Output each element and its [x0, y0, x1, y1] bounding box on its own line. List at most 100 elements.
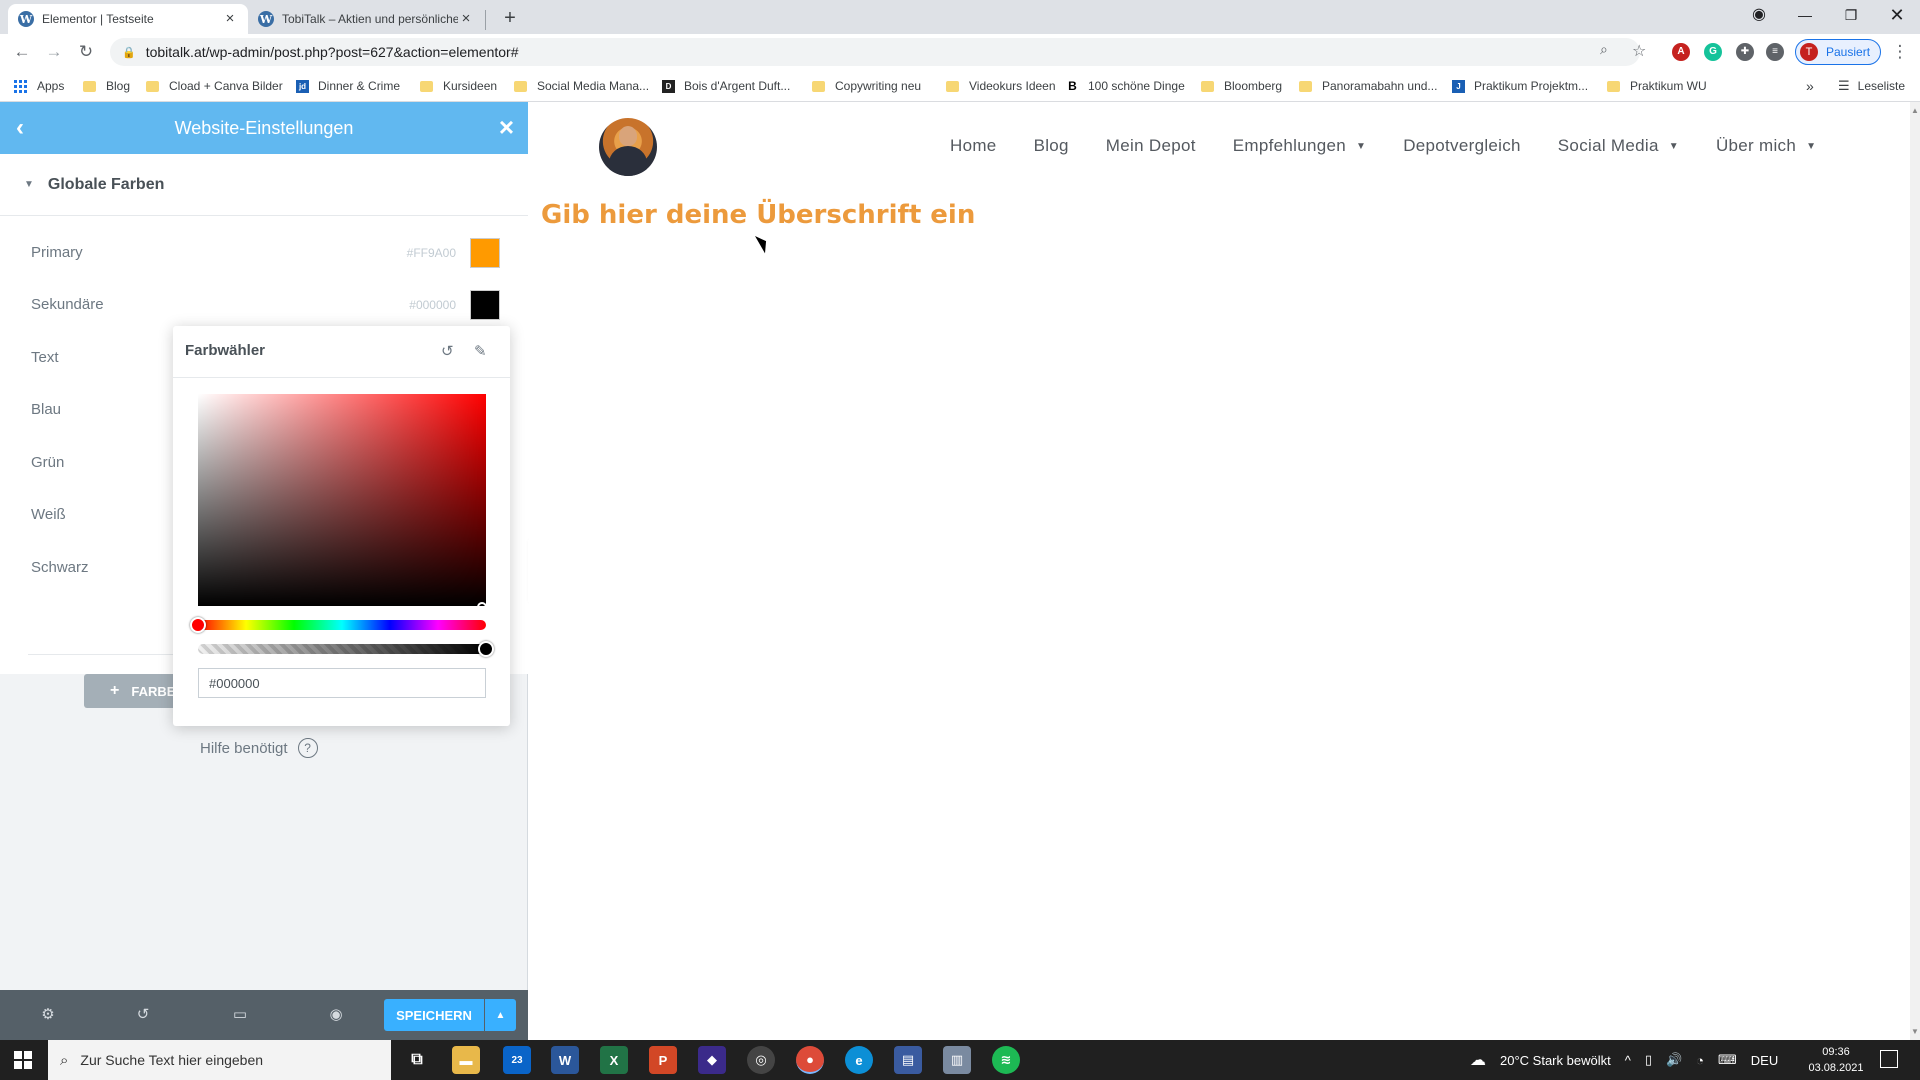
nav-depotvergleich[interactable]: Depotvergleich [1403, 136, 1521, 156]
zoom-icon[interactable]: ⌕ [1600, 41, 1608, 58]
reset-icon[interactable]: ↺ [441, 342, 454, 360]
saturation-handle[interactable] [477, 602, 487, 612]
task-view-icon[interactable]: ⧉ [403, 1046, 431, 1074]
chrome-icon[interactable]: ● [796, 1046, 824, 1074]
section-toggle[interactable]: ▼ Globale Farben [0, 154, 528, 216]
scroll-down-icon[interactable]: ▼ [1911, 1027, 1919, 1036]
nav-empfehlungen[interactable]: Empfehlungen ▼ [1233, 136, 1366, 156]
mail-icon[interactable]: 23 [503, 1046, 531, 1074]
save-button[interactable]: SPEICHERN [384, 999, 484, 1031]
network-icon[interactable]: ▯ [1645, 1052, 1652, 1068]
bookmark-videokurs[interactable]: Videokurs Ideen [946, 77, 1056, 95]
app-icon[interactable]: ◆ [698, 1046, 726, 1074]
hex-input[interactable] [198, 668, 486, 698]
more-bookmarks-button[interactable]: » [1806, 77, 1814, 95]
tab-elementor[interactable]: W Elementor | Testseite × [8, 4, 248, 34]
grammarly-extension-icon[interactable]: G [1704, 43, 1722, 61]
tab-tobitalk[interactable]: W TobiTalk – Aktien und persönliche × [248, 4, 484, 34]
help-link[interactable]: Hilfe benötigt ? [200, 738, 318, 758]
bookmark-praktikum-wu[interactable]: Praktikum WU [1607, 77, 1707, 95]
language-indicator[interactable]: DEU [1751, 1053, 1778, 1068]
responsive-mode-icon[interactable]: ▭ [229, 1004, 251, 1026]
spotify-icon[interactable]: ≋ [992, 1046, 1020, 1074]
minimize-button[interactable]: — [1782, 0, 1828, 30]
eyedropper-icon[interactable]: ✎ [474, 342, 487, 360]
excel-icon[interactable]: X [600, 1046, 628, 1074]
nav-blog[interactable]: Blog [1034, 136, 1069, 156]
close-icon[interactable]: × [499, 112, 514, 143]
nav-social-media[interactable]: Social Media ▼ [1558, 136, 1679, 156]
bookmark-panoramabahn[interactable]: Panoramabahn und... [1299, 77, 1437, 95]
forward-icon[interactable]: → [42, 40, 66, 64]
bookmark-dinner-crime[interactable]: jd Dinner & Crime [296, 77, 400, 95]
preview-eye-icon[interactable]: ◉ [325, 1004, 347, 1026]
site-logo[interactable] [599, 118, 657, 176]
bookmark-copywriting[interactable]: Copywriting neu [812, 77, 921, 95]
bookmark-apps[interactable]: Apps [14, 77, 64, 95]
history-icon[interactable]: ↺ [132, 1004, 154, 1026]
obs-icon[interactable]: ◎ [747, 1046, 775, 1074]
bookmark-bloomberg[interactable]: Bloomberg [1201, 77, 1282, 95]
opacity-slider[interactable] [198, 644, 486, 654]
restore-button[interactable]: ❐ [1828, 0, 1874, 30]
volume-icon[interactable]: 🔊 [1666, 1052, 1682, 1068]
opacity-slider-handle[interactable] [478, 641, 494, 657]
save-options-button[interactable]: ▲ [485, 999, 516, 1031]
saturation-value-area[interactable] [198, 394, 486, 606]
settings-gear-icon[interactable]: ⚙ [37, 1004, 59, 1026]
edge-icon[interactable]: e [845, 1046, 873, 1074]
color-swatch[interactable] [470, 238, 500, 268]
nav-ueber-mich[interactable]: Über mich ▼ [1716, 136, 1816, 156]
notepad-icon[interactable]: ▥ [943, 1046, 971, 1074]
new-tab-button[interactable]: + [498, 7, 522, 30]
address-bar[interactable]: 🔒 tobitalk.at/wp-admin/post.php?post=627… [110, 38, 1640, 66]
bookmark-bois-dargent[interactable]: D Bois d'Argent Duft... [662, 77, 790, 95]
adblock-extension-icon[interactable]: A [1672, 43, 1690, 61]
word-icon[interactable]: W [551, 1046, 579, 1074]
menu-dots-icon[interactable]: ⋮ [1888, 40, 1912, 64]
close-tab-icon[interactable]: × [458, 11, 474, 27]
bookmark-label: Cload + Canva Bilder [169, 79, 283, 93]
taskbar-search[interactable]: ⌕ Zur Suche Text hier eingeben [48, 1040, 391, 1080]
bookmark-kursideen[interactable]: Kursideen [420, 77, 497, 95]
chevron-up-icon[interactable]: ^ [1625, 1053, 1631, 1068]
nav-home[interactable]: Home [950, 136, 997, 156]
app-icon[interactable]: ▤ [894, 1046, 922, 1074]
weather-text[interactable]: 20°C Stark bewölkt [1500, 1053, 1611, 1068]
color-hex: #FF9A00 [406, 246, 456, 260]
extensions-puzzle-icon[interactable]: ✚ [1736, 43, 1754, 61]
bookmark-star-icon[interactable]: ☆ [1632, 41, 1646, 61]
clock[interactable]: 09:36 03.08.2021 [1806, 1044, 1866, 1076]
back-icon[interactable]: ← [10, 40, 34, 64]
hue-slider[interactable] [198, 620, 486, 630]
bookmark-blog[interactable]: Blog [83, 77, 130, 95]
scrollbar[interactable]: ▲ ▼ [1910, 102, 1920, 1040]
media-control-icon[interactable]: ≡ [1766, 43, 1784, 61]
nav-mein-depot[interactable]: Mein Depot [1106, 136, 1196, 156]
bookmark-social-media[interactable]: Social Media Mana... [514, 77, 649, 95]
windows-start-icon[interactable] [14, 1051, 32, 1069]
hue-slider-handle[interactable] [190, 617, 206, 633]
chevron-left-icon[interactable]: ‹ [16, 114, 24, 142]
keyboard-icon[interactable]: ⌨ [1718, 1052, 1737, 1068]
tab-search-icon[interactable]: ◉ [1736, 0, 1782, 30]
color-swatch[interactable] [470, 290, 500, 320]
notification-icon[interactable] [1880, 1050, 1898, 1068]
reload-icon[interactable]: ↻ [74, 40, 98, 64]
reading-list-button[interactable]: ☰ Leseliste [1838, 77, 1905, 95]
bookmark-praktikum-projekt[interactable]: J Praktikum Projektm... [1452, 77, 1588, 95]
close-tab-icon[interactable]: × [222, 11, 238, 27]
page-heading[interactable]: Gib hier deine Überschrift ein [541, 200, 975, 230]
profile-button[interactable]: T Pausiert [1795, 39, 1882, 65]
bookmark-100-dinge[interactable]: B 100 schöne Dinge [1066, 77, 1185, 95]
scroll-up-icon[interactable]: ▲ [1911, 106, 1919, 115]
wifi-icon[interactable]: ◔ [1696, 1053, 1704, 1068]
bookmark-canva[interactable]: Cload + Canva Bilder [146, 77, 283, 95]
powerpoint-icon[interactable]: P [649, 1046, 677, 1074]
jd-icon: jd [296, 79, 309, 93]
color-row-secondary[interactable]: Sekundäre #000000 [0, 280, 528, 332]
close-window-button[interactable]: ✕ [1874, 0, 1920, 30]
color-row-primary[interactable]: Primary #FF9A00 [0, 228, 528, 280]
url-text: tobitalk.at/wp-admin/post.php?post=627&a… [145, 44, 519, 60]
file-explorer-icon[interactable]: ▬ [452, 1046, 480, 1074]
